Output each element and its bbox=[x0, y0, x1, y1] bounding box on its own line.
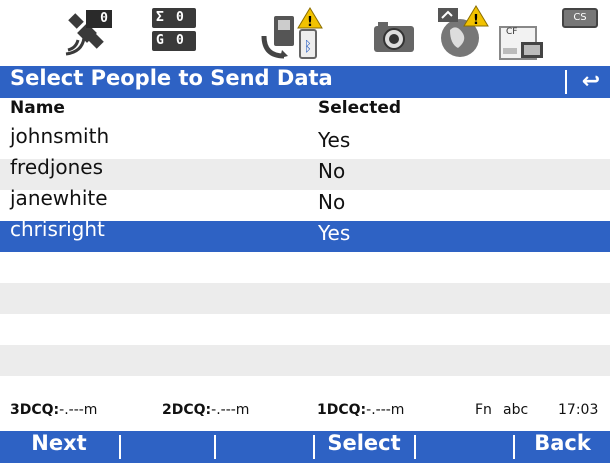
clock-time: 17:03 bbox=[558, 402, 599, 418]
selected-value: Yes bbox=[318, 128, 351, 152]
title-divider bbox=[565, 70, 567, 94]
sum-value: 0 bbox=[176, 10, 184, 25]
input-mode-indicator: abc bbox=[503, 402, 529, 418]
satellite-count: 0 bbox=[86, 10, 112, 28]
back-button[interactable]: Back bbox=[515, 431, 610, 463]
person-name: janewhite bbox=[10, 186, 108, 210]
globe-data-icon[interactable]: ! bbox=[432, 4, 492, 60]
empty-row bbox=[0, 252, 610, 283]
quality-1d-value: -.---m bbox=[366, 402, 405, 418]
g-row: G0 bbox=[152, 31, 196, 51]
next-button[interactable]: Next bbox=[0, 431, 118, 463]
fn-indicator: Fn bbox=[475, 402, 492, 418]
column-header-selected[interactable]: Selected bbox=[318, 98, 401, 118]
list-item-selected[interactable]: chrisright Yes bbox=[0, 217, 610, 252]
quality-3d: 3DCQ:-.---m bbox=[10, 402, 97, 418]
selected-value: No bbox=[318, 190, 346, 214]
empty-row bbox=[0, 314, 610, 345]
page-title: Select People to Send Data bbox=[10, 66, 333, 90]
return-icon[interactable]: ↩ bbox=[572, 66, 610, 98]
person-name: johnsmith bbox=[10, 124, 110, 148]
quality-3d-value: -.---m bbox=[59, 402, 98, 418]
g-value: 0 bbox=[176, 33, 184, 48]
quality-2d-label: 2DCQ: bbox=[162, 402, 212, 418]
info-bar: 3DCQ:-.---m 2DCQ:-.---m 1DCQ:-.---m Fn a… bbox=[0, 402, 610, 431]
softkey-bar: Next Select Back bbox=[0, 431, 610, 463]
empty-row bbox=[0, 376, 610, 402]
quality-2d: 2DCQ:-.---m bbox=[162, 402, 249, 418]
svg-text:ᛒ: ᛒ bbox=[304, 39, 312, 55]
title-bar: Select People to Send Data ↩ bbox=[0, 66, 610, 98]
selected-value: Yes bbox=[318, 221, 351, 245]
person-name: chrisright bbox=[10, 217, 105, 241]
cf-label: CF bbox=[506, 27, 518, 37]
status-bar: 0 Σ0 G0 ᛒ ! ! CF CS bbox=[0, 0, 610, 66]
person-name: fredjones bbox=[10, 155, 104, 179]
f2-button[interactable] bbox=[121, 431, 213, 463]
empty-row bbox=[0, 283, 610, 314]
select-button[interactable]: Select bbox=[315, 431, 413, 463]
sum-label: Σ bbox=[156, 10, 164, 25]
instrument-bluetooth-icon[interactable]: ᛒ ! bbox=[260, 6, 334, 62]
quality-3d-label: 3DCQ: bbox=[10, 402, 60, 418]
sum-row: Σ0 bbox=[152, 8, 196, 28]
f3-button[interactable] bbox=[216, 431, 312, 463]
svg-text:!: ! bbox=[473, 13, 479, 28]
svg-text:!: ! bbox=[307, 15, 313, 30]
column-header-name[interactable]: Name bbox=[10, 98, 65, 118]
quality-1d-label: 1DCQ: bbox=[317, 402, 367, 418]
cs-badge[interactable]: CS bbox=[562, 8, 598, 28]
sum-g-indicator[interactable]: Σ0 G0 bbox=[152, 8, 196, 52]
quality-1d: 1DCQ:-.---m bbox=[317, 402, 404, 418]
selected-value: No bbox=[318, 159, 346, 183]
g-label: G bbox=[156, 33, 164, 48]
f5-button[interactable] bbox=[416, 431, 512, 463]
empty-row bbox=[0, 345, 610, 376]
camera-icon[interactable] bbox=[372, 18, 416, 54]
quality-2d-value: -.---m bbox=[211, 402, 250, 418]
